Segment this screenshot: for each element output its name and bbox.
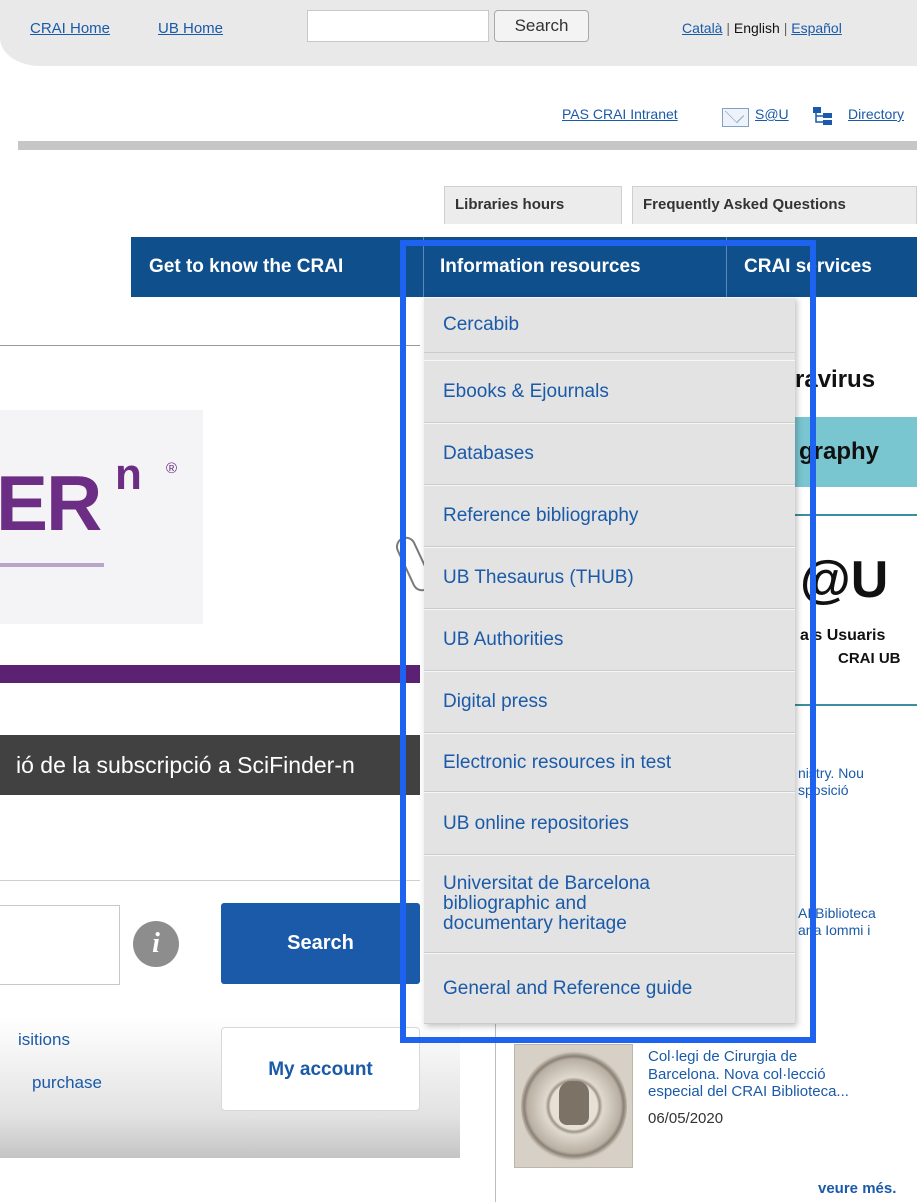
news-item-3-title[interactable]: Col·legi de Cirurgia de Barcelona. Nova … <box>648 1048 849 1101</box>
header-divider <box>18 141 917 150</box>
info-icon[interactable]: i <box>133 921 179 967</box>
my-account-button[interactable]: My account <box>221 1027 420 1111</box>
catalog-search-button[interactable]: Search <box>221 903 420 984</box>
banner-caption[interactable]: ió de la subscripció a SciFinder-n <box>0 735 420 795</box>
nav-get-to-know[interactable]: Get to know the CRAI <box>149 237 343 297</box>
site-search-button[interactable]: Search <box>494 10 589 42</box>
lang-catala-link[interactable]: Català <box>682 20 722 36</box>
tab-libraries-hours[interactable]: Libraries hours <box>444 186 622 224</box>
catalog-search-input[interactable] <box>0 905 120 985</box>
lang-espanol-link[interactable]: Español <box>791 20 842 36</box>
seal-hand-emblem <box>559 1081 589 1125</box>
language-selector: Català | English | Español <box>682 20 842 36</box>
news-thumbnail[interactable] <box>514 1044 633 1168</box>
content-divider <box>0 345 420 346</box>
purchase-link[interactable]: purchase <box>32 1073 102 1093</box>
highlight-box <box>400 240 816 1043</box>
directory-link[interactable]: Directory <box>848 106 904 122</box>
envelope-icon <box>722 108 749 127</box>
directory-icon <box>813 107 832 125</box>
banner-purple-bar <box>0 665 420 683</box>
lang-english-current: English <box>733 20 780 36</box>
banner-logo-superscript: n <box>115 450 142 499</box>
lang-separator: | <box>726 20 730 36</box>
section-divider <box>0 880 420 881</box>
sau-subtitle-crai: CRAI UB <box>838 650 901 667</box>
tab-faq[interactable]: Frequently Asked Questions <box>632 186 917 224</box>
sau-link[interactable]: S@U <box>755 106 789 122</box>
top-bar: CRAI Home UB Home Search Català | Englis… <box>0 0 917 66</box>
registered-mark: ® <box>166 460 178 477</box>
banner-logo-text: ER <box>0 459 102 547</box>
news-item-3-date: 06/05/2020 <box>648 1110 724 1127</box>
logo-underline <box>0 563 104 567</box>
crai-home-link[interactable]: CRAI Home <box>30 20 110 37</box>
intranet-link[interactable]: PAS CRAI Intranet <box>562 106 678 122</box>
ub-home-link[interactable]: UB Home <box>158 20 223 37</box>
lang-separator: | <box>783 20 788 36</box>
more-news-link[interactable]: veure més. <box>818 1180 896 1197</box>
acquisitions-link[interactable]: isitions <box>18 1030 70 1050</box>
site-search-input[interactable] <box>307 10 489 42</box>
